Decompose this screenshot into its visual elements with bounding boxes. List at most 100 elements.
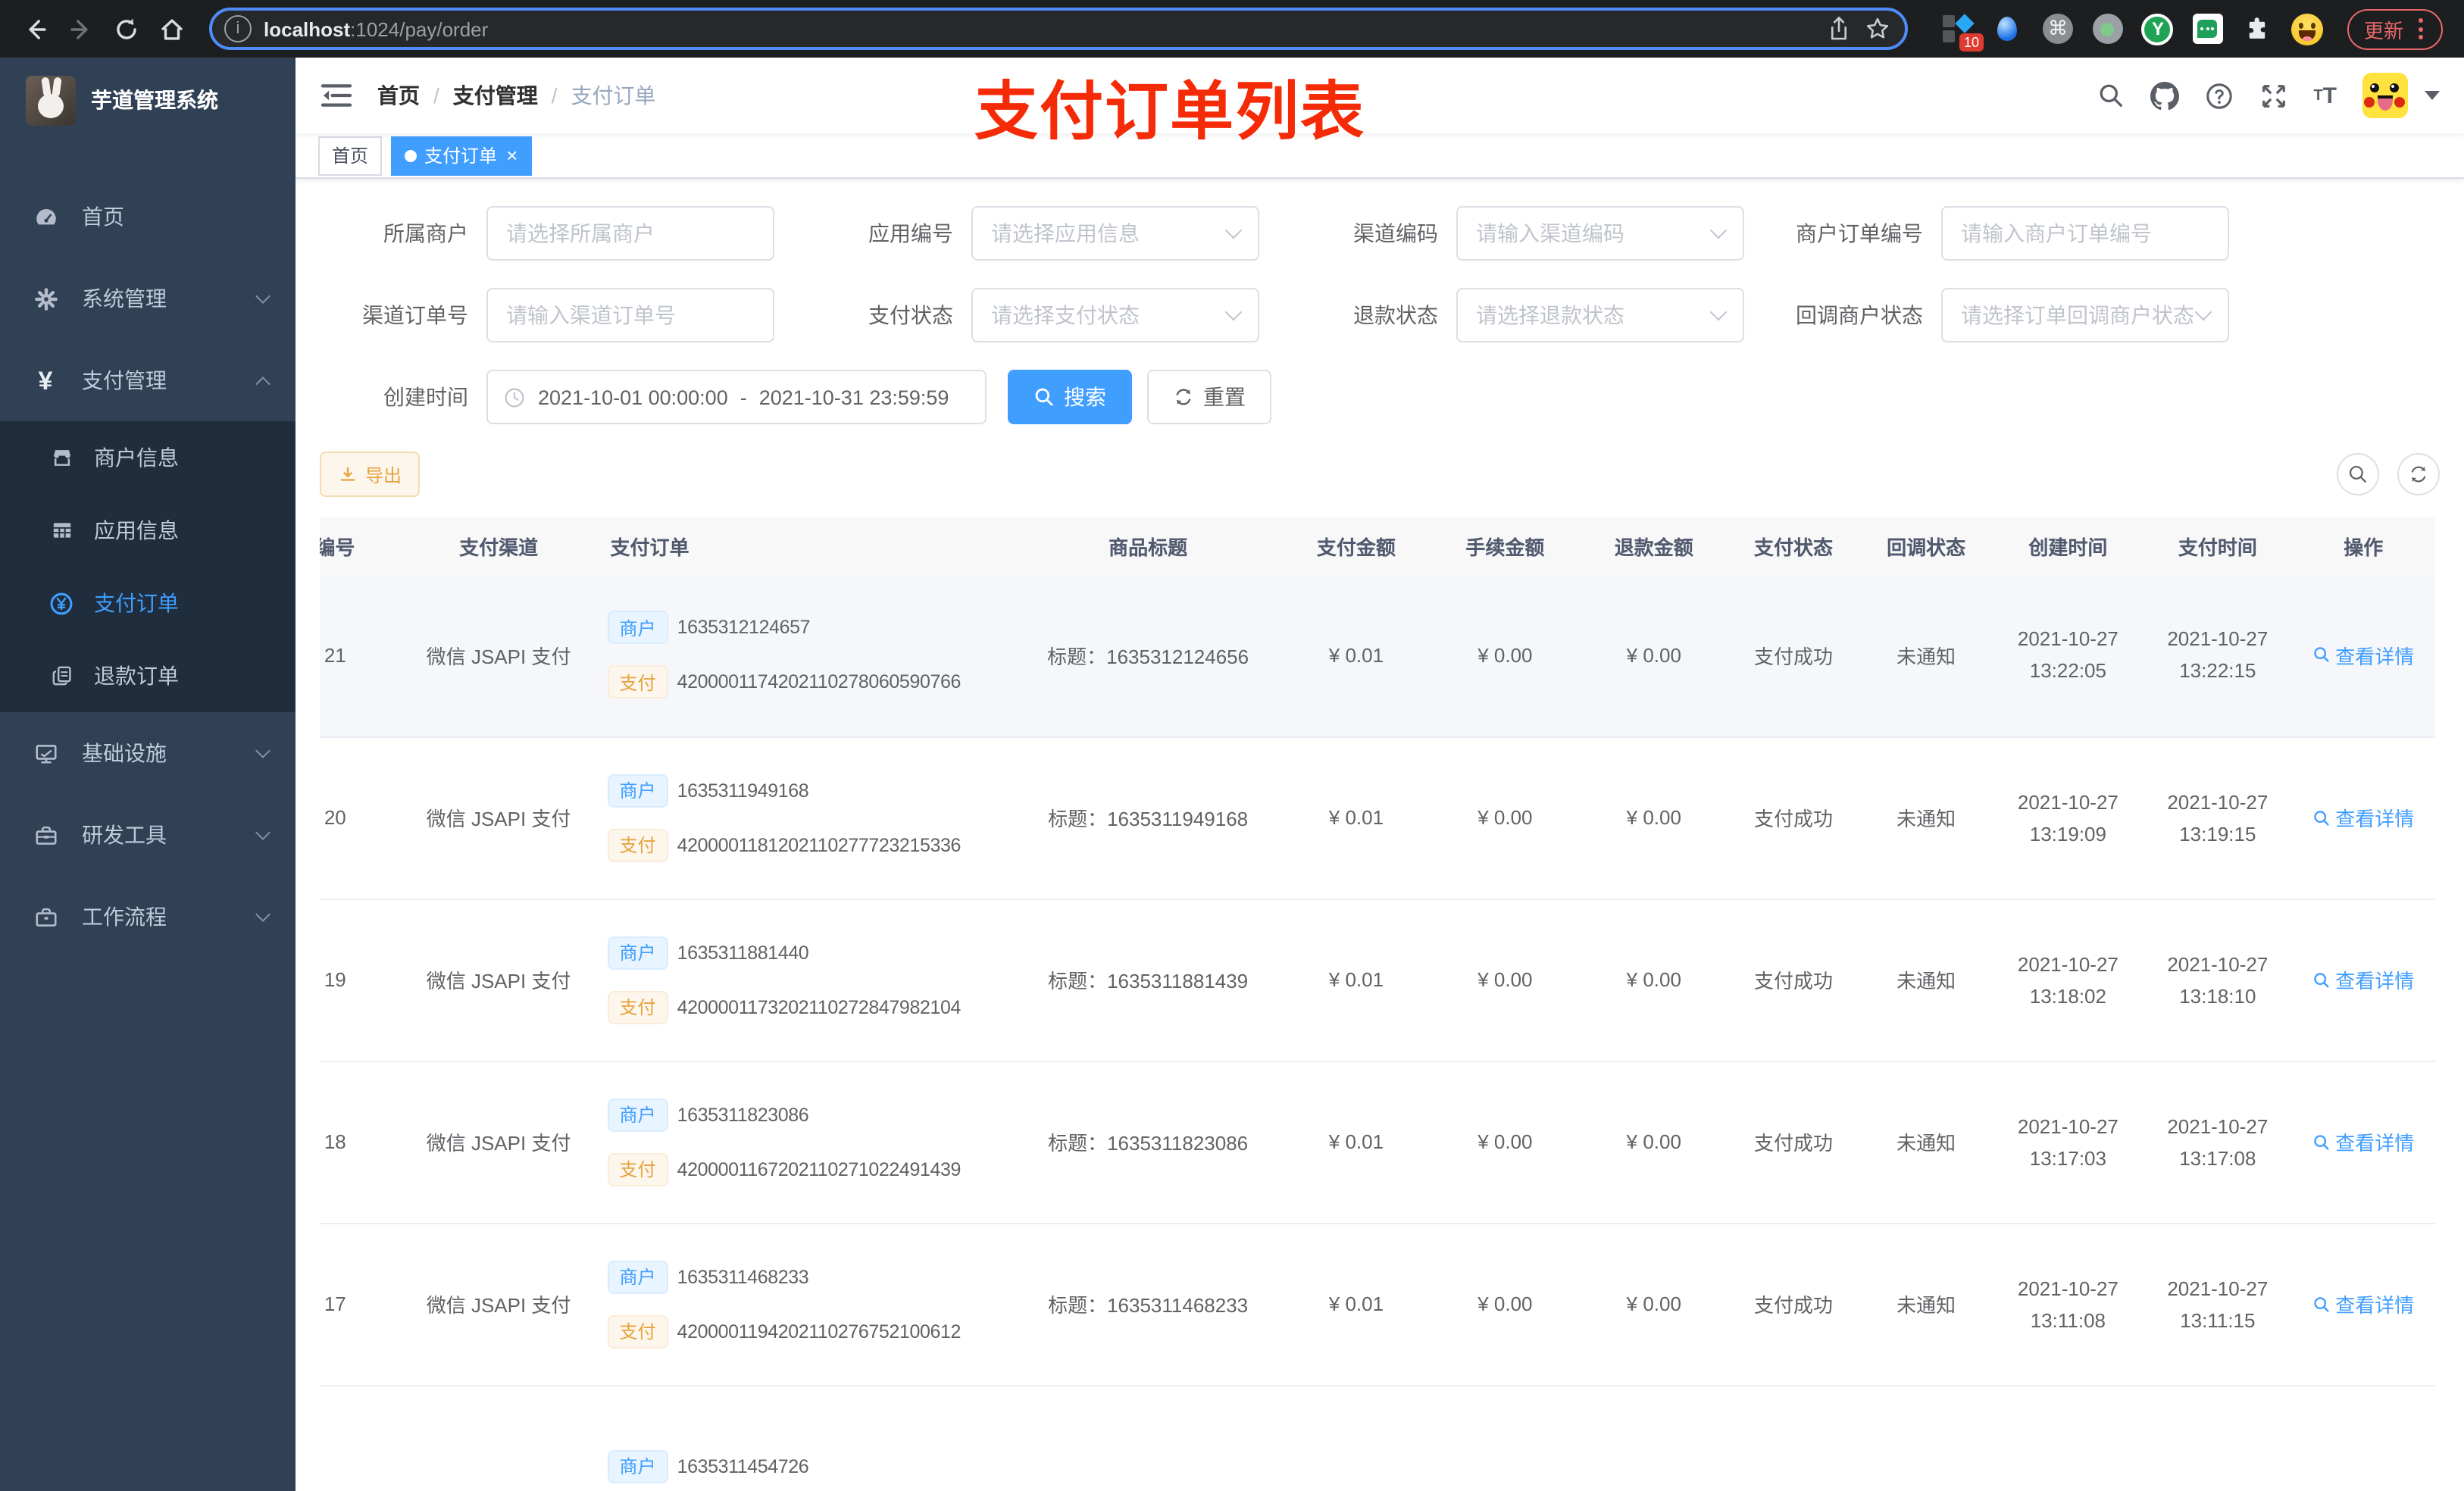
pay-channel: 微信 JSAPI 支付 [392, 574, 605, 737]
pay-order-no: 4200001194202110276752100612 [677, 1321, 962, 1342]
breadcrumb-payment[interactable]: 支付管理 [453, 80, 538, 111]
font-size-icon[interactable]: TT [2313, 83, 2337, 108]
view-detail-link[interactable]: 查看详情 [2312, 1127, 2414, 1156]
refresh-button[interactable] [2397, 453, 2440, 495]
gear-icon [32, 286, 59, 311]
channel-order-no-input[interactable] [486, 288, 774, 342]
channel-code-select[interactable]: 请输入渠道编码 [1456, 206, 1744, 261]
extension-badge: 10 [1959, 33, 1984, 52]
chevron-down-icon [2194, 303, 2212, 321]
actions-cell: 查看详情 [2291, 1061, 2435, 1224]
orders-table: 编号 支付渠道 支付订单 商品标题 支付金额 手续金额 退款金额 支付状态 回调… [320, 517, 2440, 1491]
help-icon[interactable] [2204, 81, 2233, 110]
tag-home[interactable]: 首页 [318, 136, 383, 175]
sidebar-item-infrastructure[interactable]: 基础设施 [0, 712, 295, 794]
pay-time: 2021-10-27 13:17:08 [2143, 1061, 2292, 1224]
browser-home-button[interactable] [152, 9, 191, 48]
extension-icon-balloon[interactable] [1991, 12, 2025, 45]
pay-status: 支付成功 [1727, 574, 1860, 737]
view-detail-link[interactable]: 查看详情 [2312, 641, 2414, 670]
sidebar-item-refund-order[interactable]: 退款订单 [0, 639, 295, 712]
table-row: 20 微信 JSAPI 支付 商户 1635311949168 支付 4200001… [320, 736, 2435, 899]
sidebar-item-payment[interactable]: ¥ 支付管理 [0, 339, 295, 421]
sidebar-item-pay-order[interactable]: 支付订单 [0, 567, 295, 639]
table-row-partial: 商户 1635311454726 [320, 1385, 2435, 1491]
chevron-down-icon [1224, 303, 1243, 321]
tag-pay-order[interactable]: 支付订单 × [391, 136, 532, 175]
merchant-order-no: 1635311454726 [677, 1455, 809, 1477]
share-icon[interactable] [1828, 17, 1850, 41]
extension-icon-record[interactable] [2091, 12, 2125, 45]
order-id: 20 [320, 736, 393, 899]
browser-forward-button[interactable] [61, 9, 100, 48]
refund-status-select[interactable]: 请选择退款状态 [1456, 288, 1744, 342]
table-row: 19 微信 JSAPI 支付 商户 1635311881440 支付 4200001… [320, 899, 2435, 1061]
view-detail-link[interactable]: 查看详情 [2312, 803, 2414, 832]
pay-time: 2021-10-27 13:22:15 [2143, 574, 2292, 737]
search-button[interactable]: 搜索 [1008, 370, 1132, 424]
pay-tag: 支付 [607, 828, 668, 861]
sidebar-item-home[interactable]: 首页 [0, 176, 295, 258]
filter-notify-status: 回调商户状态 请选择订单回调商户状态 [1775, 288, 2259, 342]
extensions-puzzle-icon[interactable] [2241, 12, 2275, 45]
browser-menu-icon[interactable] [2416, 15, 2426, 42]
site-info-icon[interactable]: i [224, 15, 252, 42]
pay-order-cell: 商户 1635311949168 支付 4200001181202110277723… [604, 736, 1013, 899]
extension-icon-y[interactable]: Y [2141, 12, 2175, 45]
date-start: 2021-10-01 00:00:00 [538, 386, 728, 408]
yen-icon: ¥ [38, 366, 53, 395]
refund-amount: ¥ 0.00 [1581, 899, 1728, 1061]
extension-icon-blocks[interactable]: 10 [1941, 12, 1984, 52]
date-range-picker[interactable]: 2021-10-01 00:00:00 - 2021-10-31 23:59:5… [486, 370, 987, 424]
extensions-area: 10 ⌘ Y 更新 [1926, 8, 2449, 52]
pay-status: 支付成功 [1727, 1223, 1860, 1386]
header-search-icon[interactable] [2097, 82, 2124, 109]
app-logo[interactable]: 芋道管理系统 [0, 58, 295, 142]
sidebar-item-workflow[interactable]: 工作流程 [0, 876, 295, 958]
view-detail-link[interactable]: 查看详情 [2312, 965, 2414, 994]
page-content: 所属商户 应用编号 请选择应用信息 渠道编码 请输入渠道编码 商户订单编号 [295, 179, 2464, 1491]
actions-cell: 查看详情 [2291, 899, 2435, 1061]
tag-close-icon[interactable]: × [506, 145, 518, 165]
fullscreen-icon[interactable] [2259, 81, 2287, 110]
browser-back-button[interactable] [15, 9, 55, 48]
export-button[interactable]: 导出 [320, 452, 421, 497]
merchant-input[interactable] [486, 206, 774, 261]
extension-icon-chat[interactable] [2191, 12, 2225, 45]
sidebar-item-system[interactable]: 系统管理 [0, 258, 295, 339]
pay-order-cell: 商户 1635311454726 [604, 1385, 1013, 1491]
show-search-toggle-button[interactable] [2337, 453, 2379, 495]
date-end: 2021-10-31 23:59:59 [758, 386, 949, 408]
extension-icon-command[interactable]: ⌘ [2041, 12, 2075, 45]
refund-amount: ¥ 0.00 [1581, 574, 1728, 737]
user-avatar[interactable] [2362, 73, 2408, 118]
reset-button[interactable]: 重置 [1147, 370, 1271, 424]
order-id: 21 [320, 574, 393, 737]
filter-channel-order-no: 渠道订单号 [320, 288, 805, 342]
actions-cell: 查看详情 [2291, 1223, 2435, 1386]
sidebar-item-merchant-info[interactable]: 商户信息 [0, 421, 295, 494]
pay-status: 支付成功 [1727, 1061, 1860, 1224]
user-menu-caret-icon[interactable] [2425, 91, 2440, 100]
browser-reload-button[interactable] [106, 9, 145, 48]
browser-profile-avatar[interactable] [2291, 12, 2325, 45]
date-separator: - [740, 386, 747, 408]
view-detail-link[interactable]: 查看详情 [2312, 1289, 2414, 1318]
collapse-sidebar-icon[interactable] [320, 82, 353, 109]
sidebar-item-dev-tools[interactable]: 研发工具 [0, 794, 295, 876]
refund-amount: ¥ 0.00 [1581, 1223, 1728, 1386]
app-select[interactable]: 请选择应用信息 [971, 206, 1259, 261]
browser-update-button[interactable]: 更新 [2347, 8, 2443, 49]
create-time: 2021-10-27 13:19:09 [1992, 736, 2144, 899]
merchant-order-no-input[interactable] [1941, 206, 2229, 261]
bookmark-star-icon[interactable] [1865, 17, 1890, 41]
table-header-row: 编号 支付渠道 支付订单 商品标题 支付金额 手续金额 退款金额 支付状态 回调… [320, 517, 2435, 574]
pay-status-select[interactable]: 请选择支付状态 [971, 288, 1259, 342]
page-annotation-title: 支付订单列表 [974, 76, 1365, 147]
merchant-tag: 商户 [607, 1098, 668, 1131]
address-bar[interactable]: i localhost:1024/pay/order [209, 8, 1908, 50]
github-icon[interactable] [2150, 81, 2179, 110]
sidebar-item-app-info[interactable]: 应用信息 [0, 494, 295, 567]
breadcrumb-home[interactable]: 首页 [377, 80, 420, 111]
notify-status-select[interactable]: 请选择订单回调商户状态 [1941, 288, 2229, 342]
